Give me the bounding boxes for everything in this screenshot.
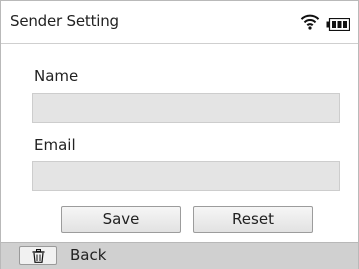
name-field[interactable] [32,93,340,123]
name-label: Name [34,67,79,85]
battery-icon [326,16,351,32]
save-button[interactable]: Save [61,206,181,233]
email-label: Email [34,136,76,154]
back-label: Back [70,246,107,264]
sender-setting-screen: Sender Setting Name Email Save Reset Bac… [0,0,359,269]
bottom-bar: Back [1,242,358,269]
trash-icon [32,249,45,263]
email-field[interactable] [32,161,340,191]
back-button[interactable] [19,246,57,265]
reset-button[interactable]: Reset [193,206,313,233]
title-bar: Sender Setting [1,1,358,44]
page-title: Sender Setting [10,12,119,30]
wifi-icon [300,14,320,30]
